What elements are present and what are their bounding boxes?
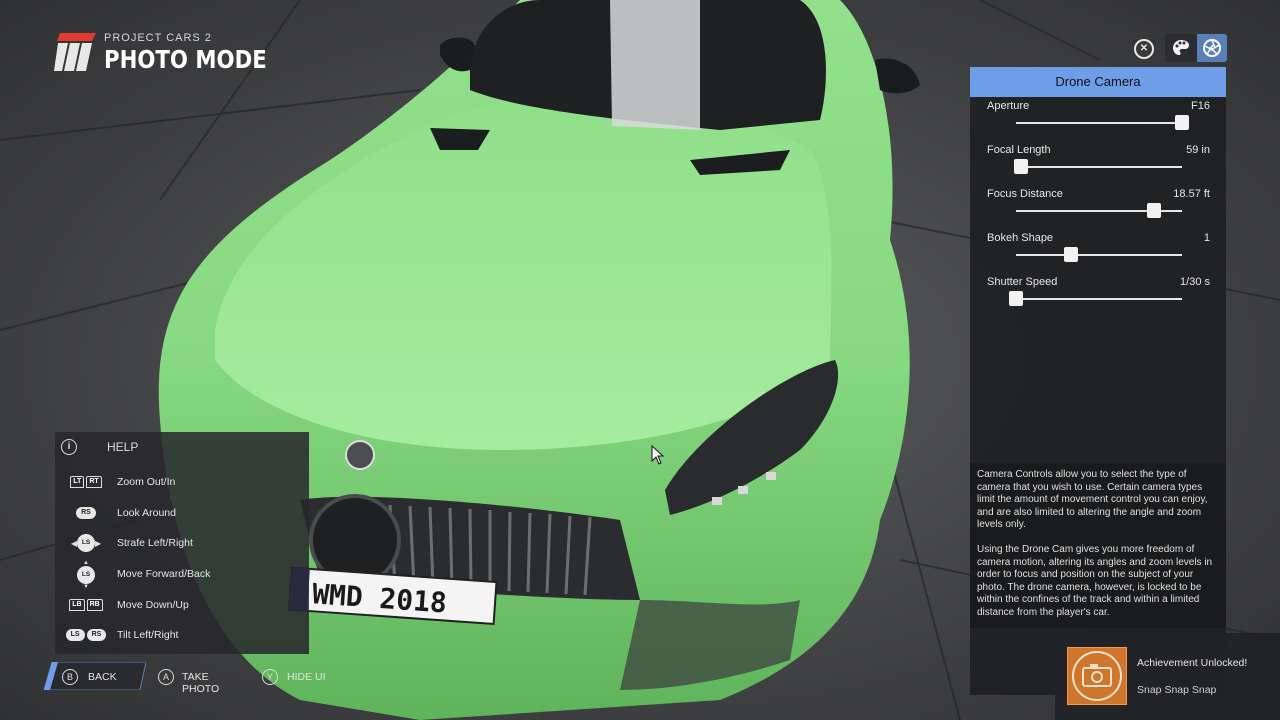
slider-handle[interactable] [1146, 203, 1161, 218]
bokeh-shape-slider[interactable]: Bokeh Shape 1 [970, 232, 1226, 276]
help-row-look: RS Look Around [55, 498, 309, 528]
bottom-action-bar: B BACK A TAKE PHOTO Y HIDE UI [40, 662, 400, 695]
photo-mode-logo: PROJECT CARS 2 PHOTO MODE [52, 30, 295, 74]
drone-camera-tab[interactable]: Drone Camera [970, 67, 1226, 97]
take-photo-button[interactable]: A TAKE PHOTO [156, 662, 248, 695]
help-title: HELP [107, 440, 139, 454]
hide-ui-label: HIDE UI [287, 671, 326, 683]
help-label: Move Down/Up [117, 599, 189, 611]
help-panel: i HELP LT RT Zoom Out/In RS Look Around ◀… [55, 432, 309, 654]
focus-distance-slider[interactable]: Focus Distance 18.57 ft [970, 188, 1226, 232]
help-row-strafe: ◀ LS ▶ Strafe Left/Right [55, 528, 309, 558]
achievement-toast: Achievement Unlocked! Snap Snap Snap [1055, 633, 1280, 720]
aperture-icon [1203, 39, 1221, 57]
help-header: i HELP [55, 432, 309, 462]
help-row-move-forward: ▲ LS ▼ Move Forward/Back [55, 559, 309, 593]
help-label: Strafe Left/Right [117, 537, 193, 549]
back-button[interactable]: B BACK [44, 662, 146, 690]
info-icon: i [61, 439, 77, 455]
close-button[interactable]: ✕ [1134, 39, 1154, 59]
slider-value: 1 [1203, 232, 1210, 244]
slider-value: 1/30 s [1180, 276, 1210, 288]
slider-track[interactable] [1016, 166, 1182, 168]
mouse-cursor-icon [651, 445, 665, 465]
shutter-speed-slider[interactable]: Shutter Speed 1/30 s [970, 276, 1226, 320]
left-stick-vertical-icon: ▲ LS ▼ [65, 560, 107, 590]
slider-value: 18.57 ft [1173, 188, 1210, 200]
slider-track[interactable] [1016, 122, 1182, 124]
logo-subtitle: PROJECT CARS 2 [104, 31, 212, 44]
help-row-move-down: LB RB Move Down/Up [55, 590, 309, 620]
achievement-name: Snap Snap Snap [1137, 684, 1217, 696]
camera-settings-tab[interactable] [1197, 34, 1227, 62]
slider-handle[interactable] [1063, 247, 1078, 262]
slider-label: Shutter Speed [987, 276, 1058, 288]
both-sticks-icon: LS RS [65, 624, 107, 646]
slider-label: Focal Length [987, 144, 1051, 156]
palette-tab[interactable] [1165, 34, 1197, 62]
right-stick-icon: RS [65, 502, 107, 524]
page-title: PHOTO MODE [104, 44, 267, 74]
back-label: BACK [88, 671, 117, 683]
hide-ui-button[interactable]: Y HIDE UI [262, 662, 332, 690]
slider-track[interactable] [1016, 298, 1182, 300]
slider-label: Bokeh Shape [987, 232, 1054, 244]
help-label: Move Forward/Back [117, 568, 211, 580]
slider-track[interactable] [1016, 254, 1182, 256]
left-stick-horizontal-icon: ◀ LS ▶ [65, 532, 107, 554]
project-cars-logo-icon [52, 31, 98, 73]
lb-rb-bumper-icon: LB RB [65, 594, 107, 616]
achievement-title: Achievement Unlocked! [1137, 657, 1248, 669]
description-paragraph: Using the Drone Cam gives you more freed… [977, 543, 1213, 618]
aperture-slider[interactable]: Aperture F16 [970, 100, 1226, 144]
slider-label: Aperture [987, 100, 1030, 112]
slider-value: F16 [1191, 100, 1210, 112]
close-icon: ✕ [1139, 43, 1149, 54]
help-label: Look Around [117, 507, 176, 519]
b-button-icon: B [62, 669, 78, 685]
description-paragraph: Camera Controls allow you to select the … [977, 469, 1208, 531]
lt-rt-trigger-icon: LT RT [65, 471, 107, 493]
help-label: Zoom Out/In [117, 476, 176, 488]
camera-icon [1067, 647, 1127, 705]
slider-value: 59 in [1186, 144, 1210, 156]
help-row-tilt: LS RS Tilt Left/Right [55, 620, 309, 650]
focal-length-slider[interactable]: Focal Length 59 in [970, 144, 1226, 188]
camera-description: Camera Controls allow you to select the … [970, 463, 1226, 628]
slider-handle[interactable] [1175, 115, 1189, 130]
slider-handle[interactable] [1013, 159, 1028, 174]
take-photo-label: TAKE PHOTO [182, 671, 220, 695]
help-label: Tilt Left/Right [117, 629, 179, 641]
slider-label: Focus Distance [987, 188, 1063, 200]
drone-camera-panel: Drone Camera Aperture F16 Focal Length 5… [970, 67, 1226, 695]
y-button-icon: Y [262, 669, 278, 685]
a-button-icon: A [158, 669, 174, 685]
palette-icon [1173, 40, 1189, 55]
help-row-zoom: LT RT Zoom Out/In [55, 467, 309, 497]
slider-handle[interactable] [1009, 291, 1023, 306]
